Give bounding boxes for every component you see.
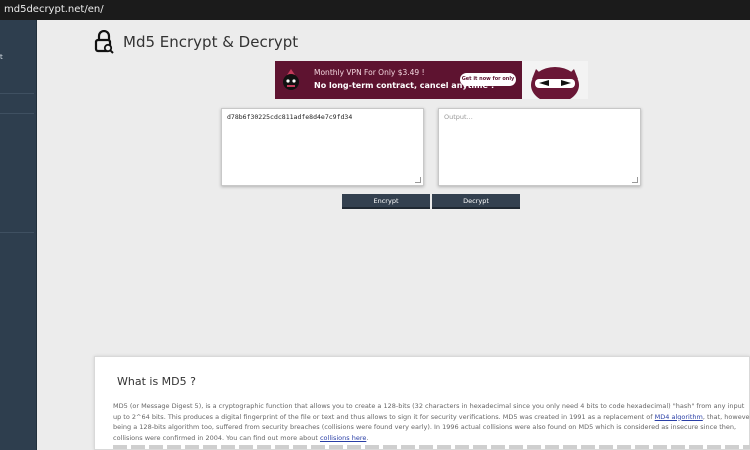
next-paragraph-clipped — [113, 445, 750, 449]
sidebar-divider — [0, 93, 34, 94]
md4-link[interactable]: MD4 algorithm — [655, 413, 703, 421]
about-md5-section: What is MD5 ? MD5 (or Message Digest 5),… — [94, 356, 750, 450]
page-title: Md5 Encrypt & Decrypt — [123, 33, 299, 51]
sidebar: t — [0, 20, 37, 450]
output-textarea[interactable]: Output... — [438, 108, 641, 186]
vpn-ad-banner[interactable]: Monthly VPN For Only $3.49 ! No long-ter… — [275, 61, 588, 99]
input-textarea[interactable]: d78b6f30225cdc811adfe8d4e7c9fd34 — [221, 108, 424, 186]
decrypt-button[interactable]: Decrypt — [432, 194, 520, 209]
resize-handle-icon[interactable] — [415, 177, 421, 183]
section-title: What is MD5 ? — [117, 375, 196, 388]
encrypt-button[interactable]: Encrypt — [342, 194, 430, 209]
vpn-logo-icon — [283, 69, 299, 90]
address-bar[interactable]: md5decrypt.net/en/ — [0, 0, 750, 20]
ad-tagline: Monthly VPN For Only $3.49 ! — [314, 68, 425, 77]
paragraph-text: MD5 (or Message Digest 5), is a cryptogr… — [113, 402, 745, 421]
url-text: md5decrypt.net/en/ — [4, 4, 104, 15]
ninja-mascot-icon — [522, 61, 588, 99]
sidebar-label: t — [0, 53, 3, 61]
sidebar-divider — [0, 113, 34, 114]
page-header: Md5 Encrypt & Decrypt — [94, 30, 298, 54]
output-placeholder: Output... — [444, 113, 473, 121]
resize-handle-icon[interactable] — [632, 177, 638, 183]
input-text: d78b6f30225cdc811adfe8d4e7c9fd34 — [227, 113, 353, 121]
lock-search-icon — [94, 30, 114, 54]
section-paragraph: MD5 (or Message Digest 5), is a cryptogr… — [113, 401, 750, 443]
ad-cta-button[interactable]: Get it now for only $3.49 — [460, 73, 516, 95]
collisions-link[interactable]: collisions here — [320, 434, 366, 442]
sidebar-divider — [0, 232, 34, 233]
paragraph-text: . — [366, 433, 369, 442]
